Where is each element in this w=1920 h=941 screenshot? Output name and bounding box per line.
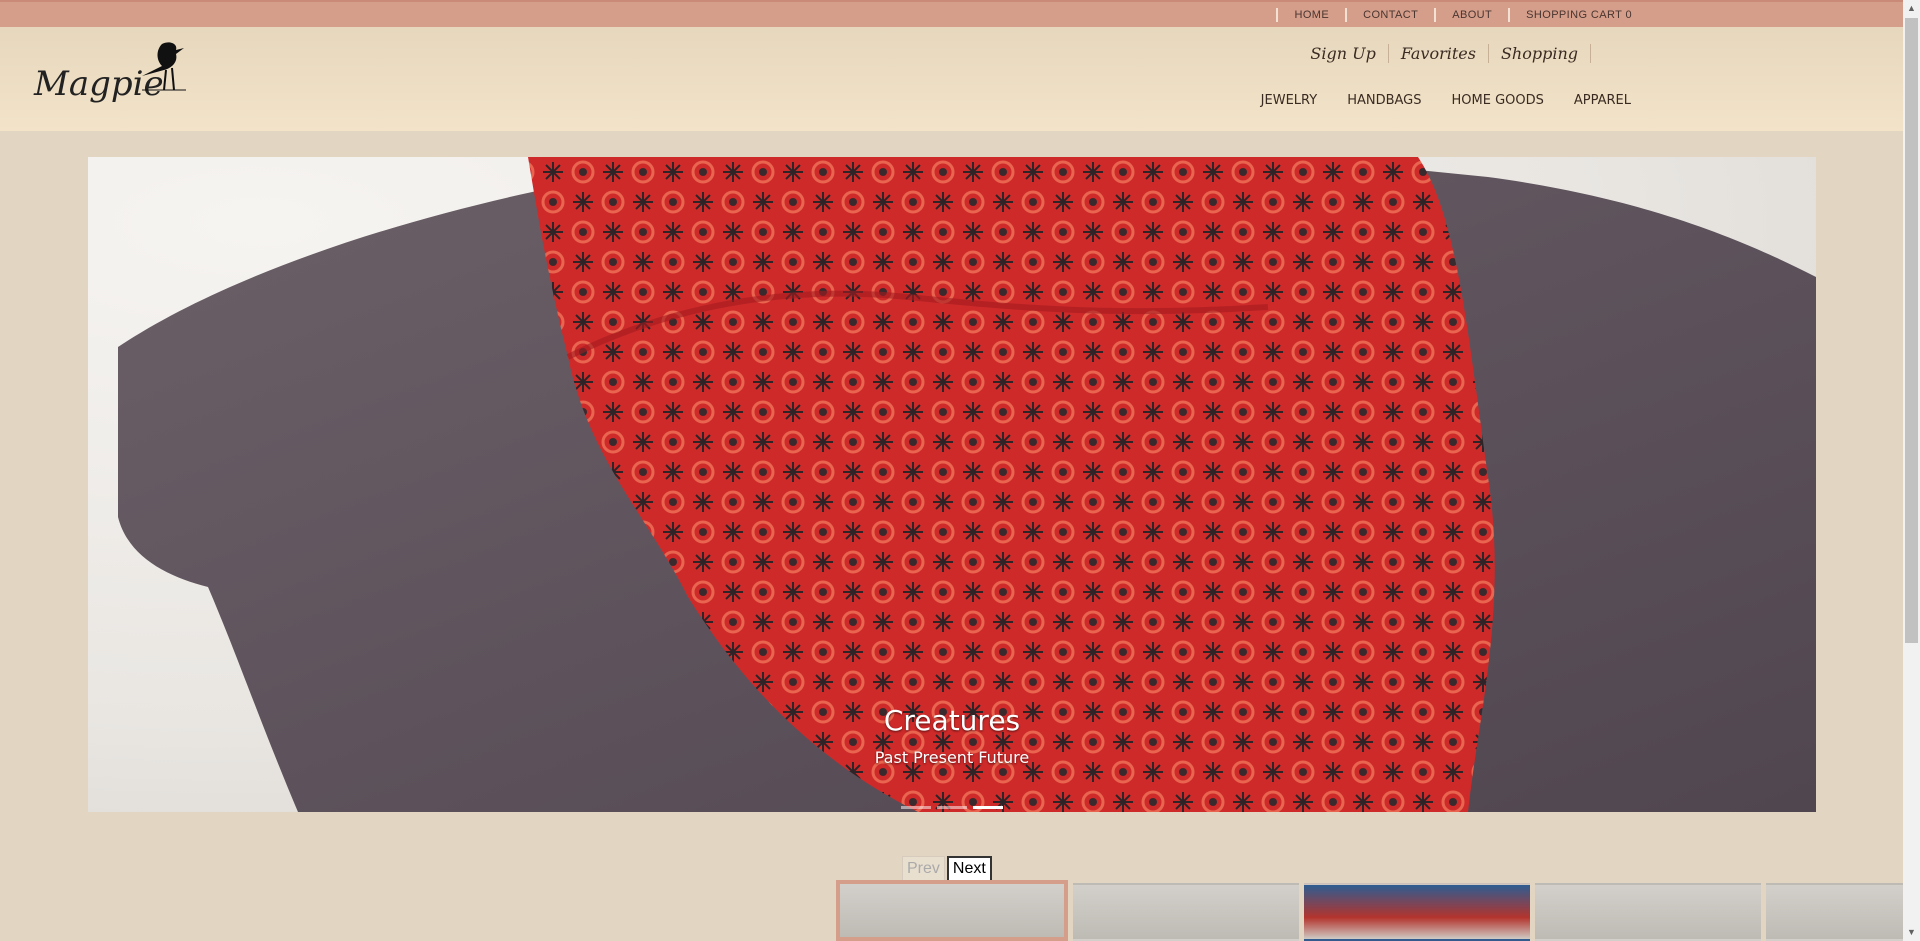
magpie-bird-icon <box>142 42 186 91</box>
thumbnail[interactable] <box>1073 883 1299 941</box>
site-logo[interactable]: Magpie <box>34 36 190 116</box>
slide-subtitle: Past Present Future <box>874 748 1030 767</box>
scroll-down-arrow-icon[interactable]: ▼ <box>1903 924 1920 941</box>
next-button[interactable]: Next <box>946 856 992 882</box>
separator <box>1508 8 1511 22</box>
carousel-indicator-active[interactable] <box>973 806 1003 809</box>
separator <box>1345 8 1348 22</box>
vertical-scrollbar[interactable]: ▲ ▼ <box>1903 0 1920 941</box>
prev-button[interactable]: Prev <box>902 856 945 882</box>
top-nav-home[interactable]: HOME <box>1294 9 1329 21</box>
scrollbar-thumb[interactable] <box>1905 18 1918 643</box>
category-handbags[interactable]: HANDBAGS <box>1347 93 1421 108</box>
shopping-link[interactable]: Shopping <box>1489 44 1591 63</box>
top-nav-contact[interactable]: CONTACT <box>1363 9 1418 21</box>
thumbnail[interactable] <box>1766 883 1920 941</box>
site-header: Magpie Sign Up Favorites Shopping JEWELR… <box>0 27 1903 131</box>
carousel-indicator[interactable] <box>937 806 967 809</box>
thumbnail-pager: Prev Next <box>902 856 992 882</box>
favorites-link[interactable]: Favorites <box>1389 44 1489 63</box>
sign-up-link[interactable]: Sign Up <box>1298 44 1389 63</box>
category-jewelry[interactable]: JEWELRY <box>1261 93 1318 108</box>
hero-carousel[interactable]: Creatures Past Present Future <box>88 157 1816 812</box>
category-nav: JEWELRY HANDBAGS HOME GOODS APPAREL <box>1231 93 1631 108</box>
thumbnail[interactable] <box>836 880 1068 941</box>
category-home-goods[interactable]: HOME GOODS <box>1452 93 1544 108</box>
slide-title: Creatures <box>883 704 1021 737</box>
carousel-indicators <box>88 806 1816 809</box>
account-nav: Sign Up Favorites Shopping <box>1298 44 1591 63</box>
separator <box>1276 8 1279 22</box>
separator <box>1434 8 1437 22</box>
top-nav: HOME CONTACT ABOUT SHOPPING CART 0 <box>1276 8 1648 22</box>
scroll-up-arrow-icon[interactable]: ▲ <box>1903 0 1920 17</box>
thumbnail[interactable] <box>1304 883 1530 941</box>
thumbnail-strip <box>836 880 1920 941</box>
top-nav-about[interactable]: ABOUT <box>1452 9 1492 21</box>
top-nav-shopping-cart[interactable]: SHOPPING CART 0 <box>1526 9 1632 21</box>
thumbnail[interactable] <box>1535 883 1761 941</box>
category-apparel[interactable]: APPAREL <box>1574 93 1631 108</box>
carousel-indicator[interactable] <box>901 806 931 809</box>
top-bar: HOME CONTACT ABOUT SHOPPING CART 0 <box>0 0 1903 27</box>
